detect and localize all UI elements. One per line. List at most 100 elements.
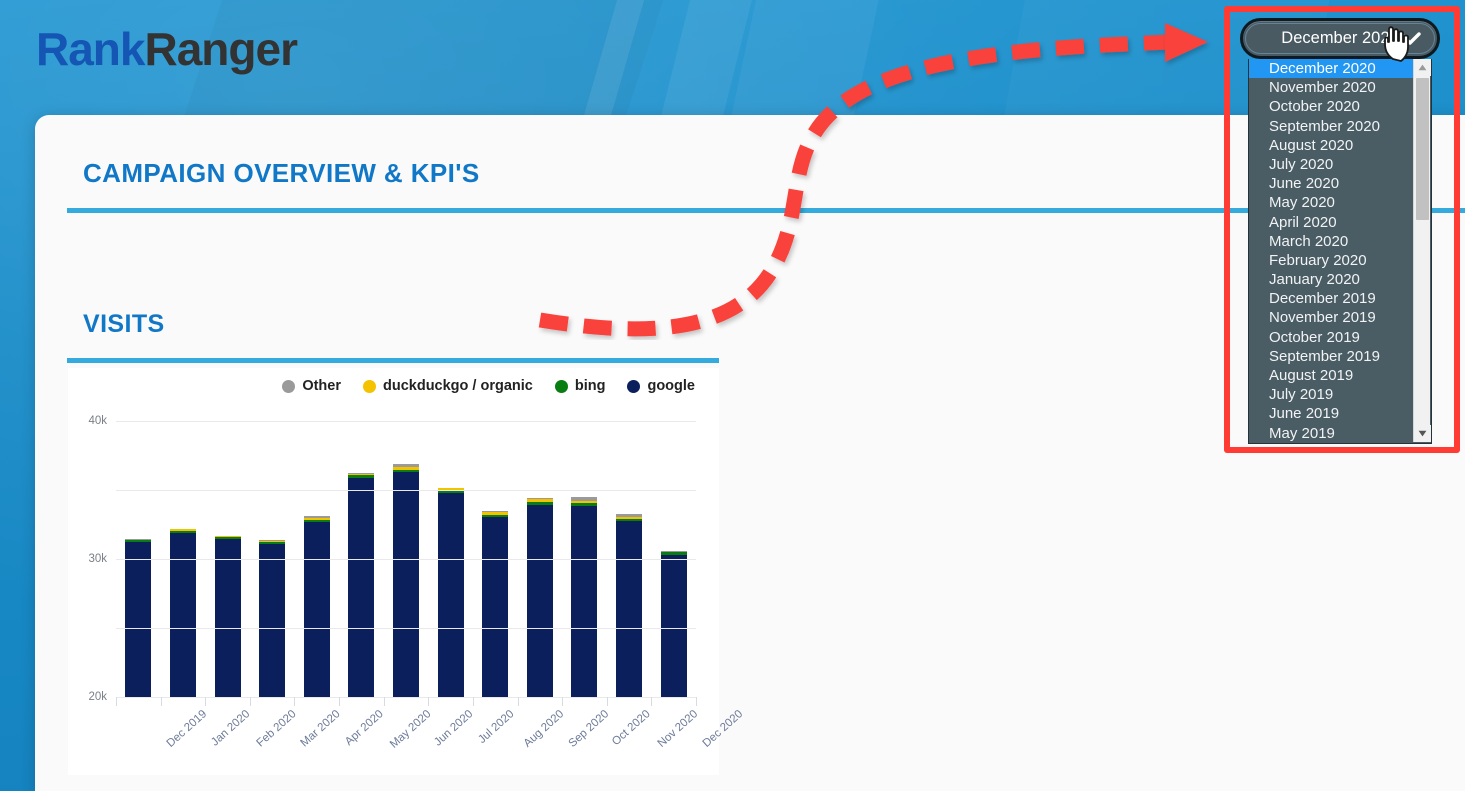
legend-item[interactable]: duckduckgo / organic — [363, 378, 533, 394]
month-selector[interactable]: December 2020 December 2020 November 2020… — [1240, 18, 1440, 444]
visits-section-title: VISITS — [83, 310, 165, 338]
x-axis-tick-mark — [606, 697, 608, 706]
chart-bar[interactable] — [526, 498, 553, 697]
scroll-up-arrow-icon[interactable] — [1414, 59, 1431, 76]
chart-gridline: 0 — [116, 697, 696, 698]
page-root: RankRanger CAMPAIGN OVERVIEW & KPI'S VIS… — [0, 0, 1465, 791]
x-axis-tick-mark — [651, 697, 653, 706]
y-axis-tick-label: 40k — [88, 415, 107, 427]
logo-text-ranger: Ranger — [144, 23, 297, 75]
x-axis-tick-label: Feb 2020 — [254, 708, 299, 750]
x-axis-tick-mark — [339, 697, 341, 706]
chart-bar[interactable] — [348, 473, 375, 697]
month-option[interactable]: October 2019 — [1249, 328, 1415, 347]
month-option[interactable]: February 2020 — [1249, 251, 1415, 270]
chevron-down-icon[interactable] — [1399, 31, 1421, 46]
x-axis-tick-label: Dec 2019 — [164, 708, 210, 750]
x-axis-tick-mark — [383, 697, 385, 706]
chart-bar-segment — [393, 472, 419, 697]
month-option[interactable]: January 2020 — [1249, 270, 1415, 289]
dropdown-scrollbar[interactable] — [1413, 59, 1431, 442]
x-axis-tick-label: Jul 2020 — [475, 708, 517, 747]
chart-gridline: 10k — [116, 628, 696, 629]
x-axis-tick-label: Nov 2020 — [655, 708, 701, 750]
month-option[interactable]: August 2020 — [1249, 136, 1415, 155]
month-option[interactable]: October 2020 — [1249, 97, 1415, 116]
x-axis-tick-mark — [205, 697, 207, 706]
x-axis-tick-mark — [562, 697, 564, 706]
x-axis-tick-mark — [472, 697, 474, 706]
month-selector-button[interactable]: December 2020 — [1240, 18, 1440, 59]
chart-bar-segment — [482, 516, 509, 697]
month-option[interactable]: March 2020 — [1249, 232, 1415, 251]
month-selector-list[interactable]: December 2020 November 2020 October 2020 Se… — [1248, 59, 1432, 444]
legend-label: duckduckgo / organic — [383, 378, 533, 394]
chart-bar-segment — [660, 554, 687, 697]
legend-label: Other — [302, 378, 341, 394]
x-axis-tick-label: Oct 2020 — [610, 708, 654, 749]
legend-item[interactable]: google — [627, 378, 695, 394]
month-option[interactable]: August 2019 — [1249, 366, 1415, 385]
month-option[interactable]: July 2019 — [1249, 385, 1415, 404]
visits-chart-panel: Other duckduckgo / organic bing google 0 10k… — [68, 368, 745, 775]
month-option[interactable]: September 2019 — [1249, 347, 1415, 366]
chart-bar[interactable] — [616, 513, 643, 697]
month-option[interactable]: June 2019 — [1249, 404, 1415, 423]
y-axis-tick-label: 20k — [88, 691, 107, 703]
page-title: CAMPAIGN OVERVIEW & KPI'S — [83, 158, 480, 188]
logo[interactable]: RankRanger — [36, 23, 298, 75]
visits-divider — [67, 358, 719, 363]
chart-bar[interactable] — [125, 539, 152, 697]
chart-legend: Other duckduckgo / organic bing google — [68, 378, 719, 394]
month-option[interactable]: May 2019 — [1249, 424, 1415, 443]
month-option[interactable]: September 2020 — [1249, 117, 1415, 136]
chart-bar[interactable] — [303, 516, 330, 697]
x-axis-tick-mark — [696, 697, 697, 706]
x-axis-tick-label: Sep 2020 — [566, 708, 612, 750]
legend-color-swatch-icon — [282, 379, 296, 393]
chart-bar-segment — [303, 521, 330, 697]
x-axis-tick-label: Jan 2020 — [209, 708, 253, 749]
y-axis-tick-label: 30k — [88, 553, 107, 565]
month-option[interactable]: July 2020 — [1249, 155, 1415, 174]
chart-bar[interactable] — [393, 464, 419, 697]
x-axis-tick-mark — [160, 697, 162, 706]
legend-item[interactable]: Other — [282, 378, 341, 394]
x-axis-tick-mark — [294, 697, 296, 706]
x-axis-tick-mark — [116, 697, 117, 706]
month-option[interactable]: November 2019 — [1249, 308, 1415, 327]
x-axis-tick-label: Jun 2020 — [432, 708, 476, 749]
month-option[interactable]: December 2019 — [1249, 289, 1415, 308]
chart-bar[interactable] — [169, 528, 196, 697]
chart-bar[interactable] — [482, 510, 509, 697]
x-axis-tick-label: Apr 2020 — [342, 708, 386, 749]
chart-gridline: 30k — [88, 490, 696, 565]
legend-color-swatch-icon — [627, 379, 641, 393]
month-option[interactable]: November 2020 — [1249, 78, 1415, 97]
month-option[interactable]: April 2020 — [1249, 213, 1415, 232]
chart-bar[interactable] — [259, 540, 286, 697]
x-axis-tick-mark — [428, 697, 430, 706]
chart-bar[interactable] — [660, 551, 687, 697]
x-axis-labels: Dec 2019 Jan 2020 Feb 2020 Mar 2020 Apr 2020… — [116, 708, 745, 768]
chart-bar[interactable] — [571, 497, 598, 697]
legend-color-swatch-icon — [363, 379, 376, 393]
x-axis-tick-label: Aug 2020 — [521, 708, 567, 750]
legend-label: bing — [574, 378, 606, 394]
month-option[interactable]: June 2020 — [1249, 174, 1415, 193]
chart-bar-segment — [169, 532, 196, 697]
logo-text-rank: Rank — [36, 23, 145, 75]
legend-color-swatch-icon — [554, 379, 568, 393]
chart-bar[interactable] — [437, 487, 464, 697]
legend-item[interactable]: bing — [554, 378, 606, 394]
month-selector-value: December 2020 — [1281, 29, 1399, 47]
chart-bar-segment — [526, 504, 553, 697]
scroll-down-arrow-icon[interactable] — [1414, 425, 1431, 442]
chart-gridline: 20k — [88, 559, 696, 703]
chart-bar-segment — [616, 521, 643, 697]
x-axis-tick-label: Mar 2020 — [298, 708, 343, 750]
month-option[interactable]: December 2020 — [1249, 59, 1415, 79]
month-option[interactable]: May 2020 — [1249, 193, 1415, 212]
dropdown-scrollbar-thumb[interactable] — [1416, 78, 1429, 220]
x-axis-tick-label: Dec 2020 — [700, 708, 745, 750]
